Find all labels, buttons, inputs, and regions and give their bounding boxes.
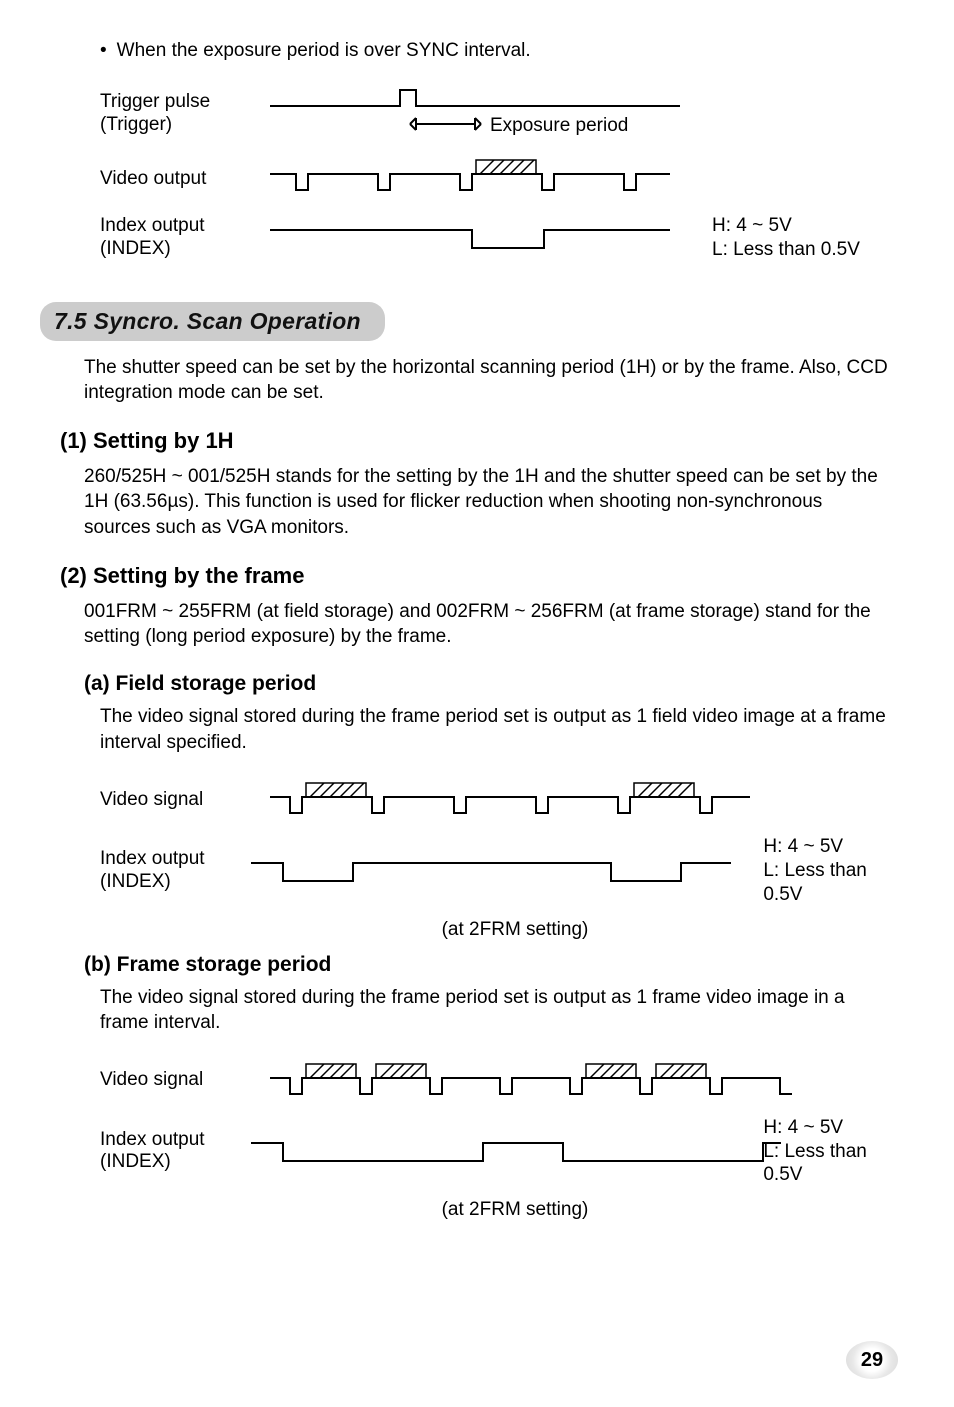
note-2frm-b: (at 2FRM setting) — [260, 1199, 770, 1221]
timing-diagram-2: Video signal — [100, 777, 894, 940]
subheading-b: (b) Frame storage period — [84, 953, 894, 977]
note-2frm-a: (at 2FRM setting) — [260, 919, 770, 941]
paragraph-frame-intro: 001FRM ~ 255FRM (at field storage) and 0… — [84, 599, 894, 650]
paragraph-1h: 260/525H ~ 001/525H stands for the setti… — [84, 464, 894, 541]
index-output-label-b: Index output (INDEX) — [100, 1129, 241, 1175]
bullet-top: When the exposure period is over SYNC in… — [100, 40, 894, 62]
video-signal-label-a: Video signal — [100, 789, 260, 812]
video-signal-label-b: Video signal — [100, 1069, 260, 1092]
video-output-label: Video output — [100, 168, 260, 191]
timing-diagram-3: Video signal — [100, 1058, 894, 1221]
level-spec-a: H: 4 ~ 5V L: Less than 0.5V — [763, 835, 894, 906]
timing-diagram-1: Trigger pulse (Trigger) Exposure period … — [100, 84, 894, 262]
subheading-frame: (2) Setting by the frame — [60, 563, 894, 589]
page-number-badge: 29 — [846, 1341, 898, 1379]
intro-paragraph-7-5: The shutter speed can be set by the hori… — [84, 355, 894, 406]
exposure-period-text: Exposure period — [490, 115, 628, 136]
paragraph-b: The video signal stored during the frame… — [100, 985, 894, 1036]
level-spec-b: H: 4 ~ 5V L: Less than 0.5V — [763, 1116, 894, 1187]
trigger-label: Trigger pulse (Trigger) — [100, 91, 260, 137]
level-spec-1: H: 4 ~ 5V L: Less than 0.5V — [712, 214, 860, 262]
subheading-a: (a) Field storage period — [84, 672, 894, 696]
section-heading-7-5: 7.5 Syncro. Scan Operation — [40, 302, 385, 341]
index-output-label-a: Index output (INDEX) — [100, 848, 241, 894]
subheading-1h: (1) Setting by 1H — [60, 428, 894, 454]
paragraph-a: The video signal stored during the frame… — [100, 704, 894, 755]
index-output-label: Index output (INDEX) — [100, 215, 260, 261]
